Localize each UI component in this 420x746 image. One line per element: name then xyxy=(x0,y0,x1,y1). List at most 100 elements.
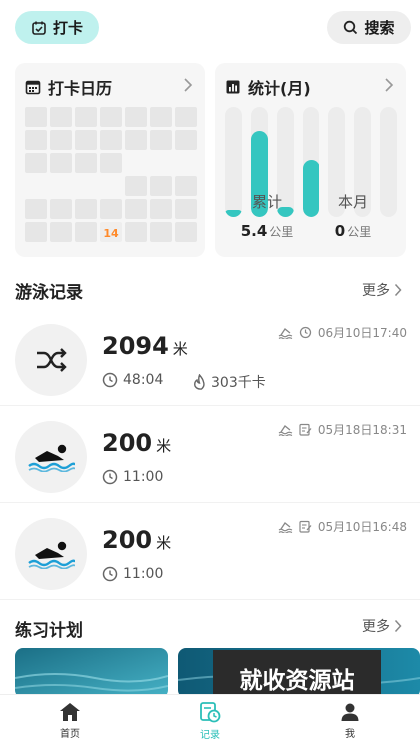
cumulative-label: 累计 xyxy=(251,193,282,211)
calendar-day xyxy=(150,199,172,219)
shuffle-icon xyxy=(37,348,67,372)
month-unit: 公里 xyxy=(347,225,372,239)
home-icon xyxy=(60,702,80,721)
tab-me[interactable]: 我 xyxy=(280,695,420,746)
calendar-day xyxy=(25,199,47,219)
calendar-row xyxy=(25,176,197,196)
cumulative-value: 5.4 xyxy=(240,222,268,240)
calendar-card-title: 打卡日历 xyxy=(48,79,113,98)
calendar-day xyxy=(50,130,72,150)
calendar-day xyxy=(175,199,197,219)
calendar-day xyxy=(25,153,47,173)
calendar-day xyxy=(150,176,172,196)
record-type-badge xyxy=(15,421,87,493)
swim-record-item[interactable]: 200 米 05月10日16:48 11:00 xyxy=(0,504,420,600)
calendar-day xyxy=(175,130,197,150)
duration-value: 11:00 xyxy=(123,469,164,485)
calendar-day xyxy=(75,130,97,150)
calendar-day xyxy=(100,107,122,127)
calendar-check-icon xyxy=(32,21,46,35)
records-icon xyxy=(200,701,221,722)
calendar-day xyxy=(125,107,147,127)
distance-unit: 米 xyxy=(172,340,188,358)
month-label: 本月 xyxy=(337,193,368,211)
record-type-badge xyxy=(15,324,87,396)
calendar-day xyxy=(150,130,172,150)
tab-records[interactable]: 记录 xyxy=(140,695,280,746)
more-label: 更多 xyxy=(362,619,390,635)
calendar-day xyxy=(150,222,172,242)
manual-entry-icon xyxy=(299,423,312,436)
chevron-right-icon xyxy=(184,78,193,92)
calendar-blank xyxy=(175,153,197,173)
record-duration: 11:00 xyxy=(102,469,163,485)
calendar-day xyxy=(50,107,72,127)
calendar-day xyxy=(75,199,97,219)
search-label: 搜索 xyxy=(364,19,395,37)
calendar-day xyxy=(50,153,72,173)
calendar-day xyxy=(75,107,97,127)
swim-records-more-link[interactable]: 更多 xyxy=(362,280,402,300)
cumulative-stat: 累计 5.4 公里 xyxy=(227,191,307,240)
calendar-grid: 14 xyxy=(25,107,197,245)
distance-unit: 米 xyxy=(156,437,172,455)
calendar-day xyxy=(75,153,97,173)
stats-card-title: 统计(月) xyxy=(248,79,311,98)
swim-record-item[interactable]: 2094 米 06月10日17:40 48:04 303千卡 xyxy=(0,310,420,406)
calendar-blank xyxy=(150,153,172,173)
calendar-blank xyxy=(75,176,97,196)
calendar-row xyxy=(25,130,197,150)
pool-icon xyxy=(278,521,293,533)
tab-home-label: 首页 xyxy=(60,728,80,740)
month-stat: 本月 0 公里 xyxy=(313,191,393,240)
calendar-day-today: 14 xyxy=(100,222,122,242)
calendar-day xyxy=(100,153,122,173)
more-label: 更多 xyxy=(362,283,390,299)
calendar-day xyxy=(25,130,47,150)
swim-record-item[interactable]: 200 米 05月18日18:31 11:00 xyxy=(0,407,420,503)
stats-card-header: 统计(月) xyxy=(225,75,311,99)
month-value: 0 xyxy=(334,222,346,240)
calendar-row xyxy=(25,153,197,173)
calendar-day xyxy=(100,199,122,219)
checkin-calendar-card[interactable]: 打卡日历 14 xyxy=(15,63,205,257)
duration-value: 11:00 xyxy=(123,566,164,582)
tab-me-label: 我 xyxy=(345,728,355,740)
checkin-label: 打卡 xyxy=(52,19,83,37)
calendar-blank xyxy=(100,176,122,196)
record-datetime: 05月10日16:48 xyxy=(317,520,407,534)
plan-card-image[interactable] xyxy=(15,648,168,698)
calendar-card-header: 打卡日历 xyxy=(25,75,112,99)
duration-value: 48:04 xyxy=(123,372,164,388)
calendar-day xyxy=(125,176,147,196)
bar-chart-icon xyxy=(226,80,240,94)
practice-plan-more-link[interactable]: 更多 xyxy=(362,616,402,636)
chevron-right-icon xyxy=(394,283,402,297)
swimmer-icon xyxy=(28,444,75,472)
manual-entry-icon xyxy=(299,520,312,533)
checkin-button[interactable]: 打卡 xyxy=(15,11,99,44)
record-meta: 05月18日18:31 xyxy=(278,421,407,438)
calendar-day xyxy=(150,107,172,127)
calendar-blank xyxy=(125,153,147,173)
record-meta: 05月10日16:48 xyxy=(278,518,407,535)
watch-icon xyxy=(299,326,312,339)
record-type-badge xyxy=(15,518,87,590)
tab-records-label: 记录 xyxy=(200,729,220,741)
calendar-day xyxy=(50,199,72,219)
swim-records-title: 游泳记录 xyxy=(15,283,83,303)
clock-icon xyxy=(102,566,118,582)
calendar-blank xyxy=(25,176,47,196)
cumulative-unit: 公里 xyxy=(269,225,294,239)
tab-home[interactable]: 首页 xyxy=(0,695,140,746)
calendar-row xyxy=(25,199,197,219)
calendar-blank xyxy=(50,176,72,196)
search-icon xyxy=(344,20,358,35)
monthly-stats-card[interactable]: 统计(月) 累计 5.4 公里 本月 0 公里 xyxy=(215,63,406,257)
record-meta: 06月10日17:40 xyxy=(278,324,407,341)
calendar-day xyxy=(175,222,197,242)
calendar-day xyxy=(125,222,147,242)
calendar-icon xyxy=(25,80,41,95)
search-button[interactable]: 搜索 xyxy=(327,11,411,44)
record-datetime: 05月18日18:31 xyxy=(317,423,407,437)
